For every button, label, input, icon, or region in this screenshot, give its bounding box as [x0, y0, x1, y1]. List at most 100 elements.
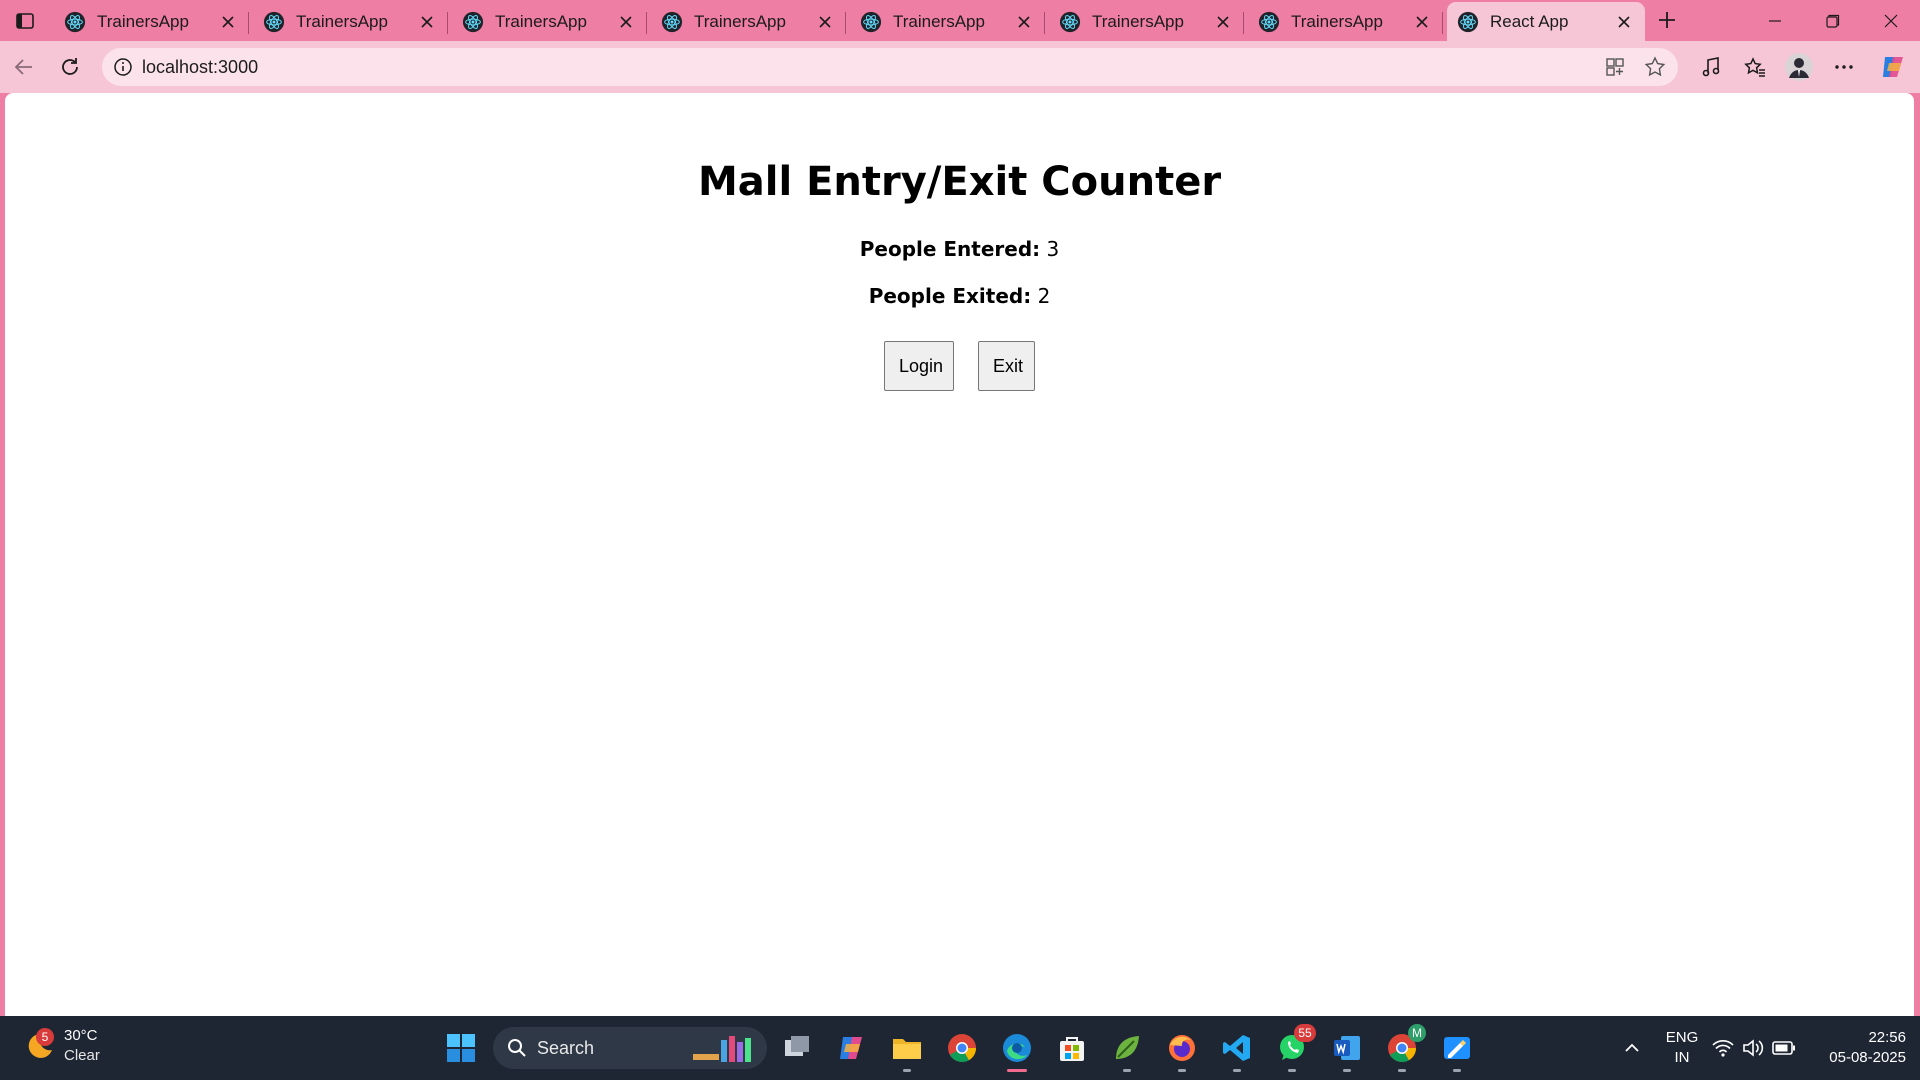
copilot-button[interactable] [1877, 51, 1909, 83]
clock[interactable]: 22:56 05-08-2025 [1806, 1028, 1906, 1068]
chrome-profile-app[interactable]: M [1382, 1024, 1426, 1072]
running-indicator [1398, 1069, 1406, 1072]
people-exited-label: People Exited: [868, 284, 1032, 308]
react-icon [263, 11, 285, 32]
browser-tab[interactable]: TrainersApp [54, 2, 249, 41]
quick-settings-button[interactable] [1706, 1028, 1802, 1068]
browser-tab[interactable]: TrainersApp [452, 2, 647, 41]
exit-button[interactable]: Exit [978, 341, 1035, 391]
tab-close-button[interactable] [1411, 11, 1433, 33]
back-button[interactable] [6, 49, 42, 85]
media-control-button[interactable] [1695, 51, 1727, 83]
leaf-icon [1116, 1036, 1139, 1059]
language-line1: ENG [1665, 1029, 1699, 1046]
browser-tab[interactable]: TrainersApp [651, 2, 846, 41]
weather-temp: 30°C [64, 1027, 98, 1044]
tab-title: TrainersApp [694, 11, 786, 31]
minimize-button[interactable] [1746, 0, 1804, 41]
favorites-button[interactable] [1739, 51, 1771, 83]
url-text[interactable]: localhost:3000 [142, 57, 258, 78]
close-window-button[interactable] [1862, 0, 1920, 41]
favorites-icon [1744, 57, 1765, 77]
clock-date: 05-08-2025 [1829, 1049, 1906, 1066]
tab-close-button[interactable] [217, 11, 239, 33]
restore-icon [1826, 14, 1840, 28]
firefox-icon [1169, 1035, 1195, 1061]
tab-title: TrainersApp [893, 11, 985, 31]
people-exited-row: People Exited: 2 [5, 284, 1914, 308]
favorite-star-icon[interactable] [1644, 56, 1666, 78]
refresh-button[interactable] [52, 49, 88, 85]
tab-close-button[interactable] [615, 11, 637, 33]
close-icon [222, 15, 234, 28]
battery-icon [1772, 1041, 1795, 1055]
tab-close-button[interactable] [1613, 11, 1635, 33]
tab-separator [1442, 12, 1443, 34]
volume-icon [1743, 1039, 1764, 1057]
avatar [1785, 53, 1813, 81]
copilot-app[interactable] [832, 1028, 872, 1068]
react-icon [462, 11, 484, 32]
tab-title: TrainersApp [1291, 11, 1383, 31]
tab-separator [646, 12, 647, 34]
browser-tab[interactable]: React App [1447, 2, 1645, 41]
spring-tools-app[interactable] [1107, 1028, 1147, 1072]
vscode-app[interactable] [1217, 1028, 1257, 1072]
tab-title: TrainersApp [296, 11, 388, 31]
paint-icon [1444, 1037, 1470, 1059]
weather-widget[interactable]: 5 30°C Clear [20, 1026, 100, 1066]
browser-tab[interactable]: TrainersApp [1049, 2, 1244, 41]
react-icon [64, 11, 86, 32]
start-button[interactable] [441, 1028, 481, 1068]
button-row: Login Exit [5, 341, 1914, 391]
close-icon [1416, 15, 1428, 28]
profile-button[interactable] [1783, 51, 1815, 83]
tab-title: TrainersApp [495, 11, 587, 31]
taskbar-search[interactable]: Search [493, 1027, 767, 1069]
settings-more-button[interactable] [1828, 51, 1860, 83]
people-entered-value: 3 [1046, 237, 1060, 261]
tab-separator [248, 12, 249, 34]
music-icon [1702, 57, 1720, 77]
tab-close-button[interactable] [1013, 11, 1035, 33]
language-indicator[interactable]: ENG IN [1660, 1028, 1704, 1068]
wifi-icon [1712, 1039, 1734, 1057]
close-icon [819, 15, 831, 28]
tab-actions-button[interactable] [8, 6, 42, 36]
app-available-icon[interactable] [1604, 56, 1626, 78]
tab-separator [845, 12, 846, 34]
tab-title: React App [1490, 11, 1569, 31]
react-icon [1457, 11, 1479, 32]
tab-close-button[interactable] [814, 11, 836, 33]
running-indicator [1453, 1069, 1461, 1072]
edge-app[interactable] [997, 1028, 1037, 1072]
people-entered-row: People Entered: 3 [5, 237, 1914, 261]
new-tab-button[interactable] [1650, 5, 1684, 35]
tab-separator [447, 12, 448, 34]
browser-tab[interactable]: TrainersApp [253, 2, 448, 41]
running-indicator [1288, 1069, 1296, 1072]
site-info-icon[interactable] [112, 56, 134, 78]
refresh-icon [62, 58, 78, 75]
browser-tab[interactable]: TrainersApp [850, 2, 1045, 41]
tab-close-button[interactable] [1212, 11, 1234, 33]
address-bar[interactable]: localhost:3000 [102, 48, 1678, 86]
tab-close-button[interactable] [416, 11, 438, 33]
store-icon [1060, 1037, 1084, 1061]
search-label: Search [537, 1037, 595, 1058]
task-view-button[interactable] [778, 1028, 818, 1068]
restore-button[interactable] [1804, 0, 1862, 41]
file-explorer-app[interactable] [887, 1028, 927, 1072]
more-icon [1835, 65, 1853, 69]
show-hidden-icons-button[interactable] [1612, 1028, 1652, 1068]
whatsapp-app[interactable]: 55 [1272, 1024, 1316, 1072]
chrome-app[interactable] [942, 1028, 982, 1068]
browser-toolbar: localhost:3000 [0, 41, 1920, 93]
browser-tab[interactable]: TrainersApp [1248, 2, 1443, 41]
login-button[interactable]: Login [884, 341, 954, 391]
word-app[interactable] [1327, 1028, 1367, 1072]
weather-desc: Clear [64, 1047, 100, 1064]
firefox-app[interactable] [1162, 1028, 1202, 1072]
store-app[interactable] [1052, 1028, 1092, 1068]
paint-app[interactable] [1437, 1028, 1477, 1072]
